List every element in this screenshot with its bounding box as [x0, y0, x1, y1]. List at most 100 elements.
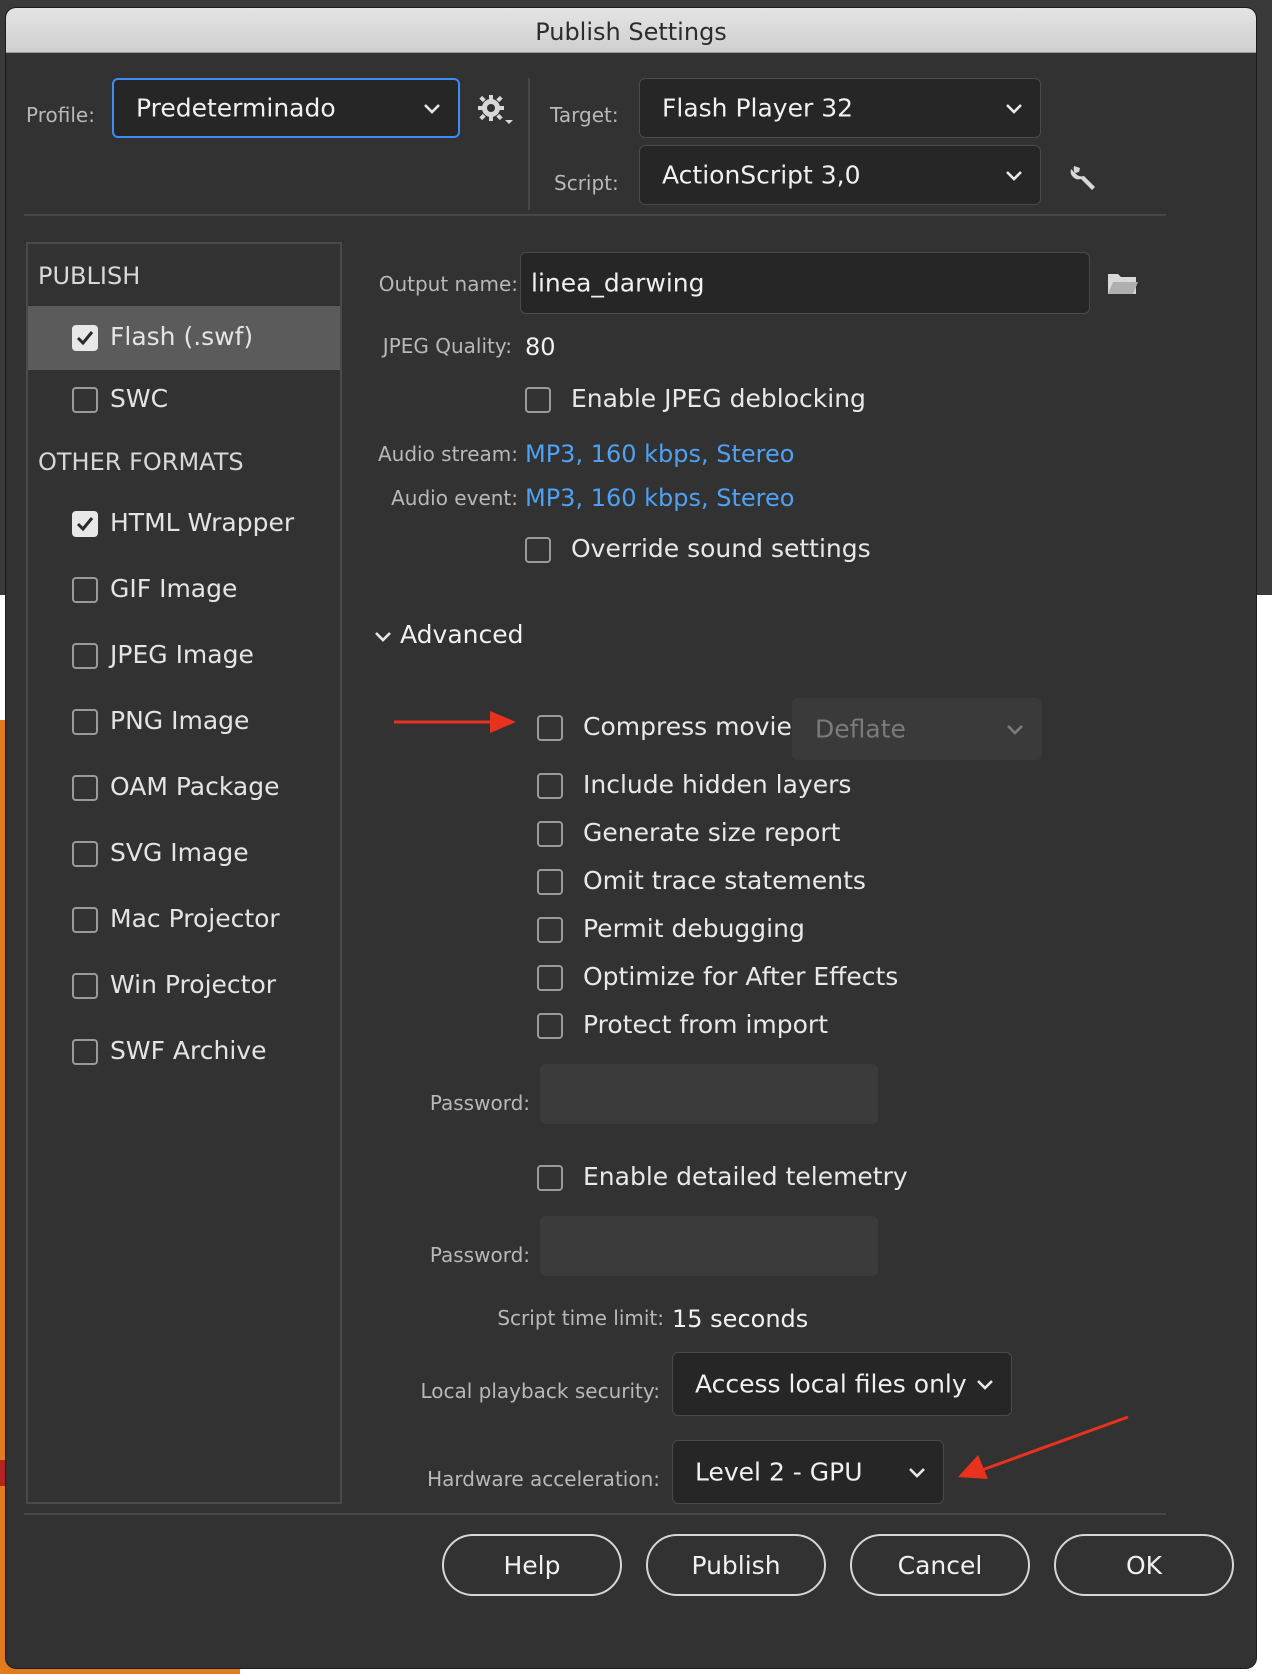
flash-swf-checkbox[interactable]	[72, 325, 98, 351]
hardware-acceleration-value: Level 2 - GPU	[695, 1457, 863, 1487]
generate-size-report-checkbox[interactable]	[537, 821, 563, 847]
jpeg-quality-value[interactable]: 80	[525, 333, 556, 361]
jpeg-quality-label: JPEG Quality:	[382, 334, 512, 358]
gif-image-checkbox[interactable]	[72, 577, 98, 603]
output-name-label: Output name:	[378, 272, 518, 296]
script-label: Script:	[554, 171, 619, 195]
telemetry-password-input[interactable]	[540, 1216, 878, 1276]
chevron-down-icon	[1006, 171, 1022, 181]
checkmark-icon	[76, 517, 94, 532]
oam-package-checkbox[interactable]	[72, 775, 98, 801]
optimize-after-effects-label: Optimize for After Effects	[583, 962, 899, 991]
password-input[interactable]	[540, 1064, 878, 1124]
other-formats-heading: OTHER FORMATS	[38, 448, 244, 476]
swf-archive-checkbox[interactable]	[72, 1039, 98, 1065]
cancel-button[interactable]: Cancel	[850, 1534, 1030, 1596]
header-separator	[24, 214, 1166, 216]
annotation-arrow-icon	[958, 1415, 1129, 1479]
png-image-checkbox[interactable]	[72, 709, 98, 735]
gear-icon[interactable]	[474, 92, 514, 128]
sidebar-item-swc[interactable]: SWC	[28, 368, 340, 432]
protect-import-checkbox[interactable]	[537, 1013, 563, 1039]
target-value: Flash Player 32	[662, 93, 854, 123]
sidebar-item-flash-swf[interactable]: Flash (.swf)	[28, 306, 340, 370]
password-label: Password:	[429, 1091, 530, 1115]
target-select[interactable]: Flash Player 32	[639, 78, 1041, 138]
jpeg-deblocking-label: Enable JPEG deblocking	[571, 384, 866, 413]
wrench-icon[interactable]	[1066, 160, 1100, 194]
override-sound-checkbox[interactable]	[525, 537, 551, 563]
sidebar-item-gif-image[interactable]: GIF Image	[28, 558, 340, 622]
chevron-down-icon	[375, 632, 391, 642]
sidebar-item-jpeg-image[interactable]: JPEG Image	[28, 624, 340, 688]
output-name-input[interactable]: linea_darwing	[520, 252, 1090, 314]
chevron-down-icon	[1007, 725, 1023, 735]
format-sidebar: PUBLISH Flash (.swf) SWC OTHER FORMATS H…	[26, 242, 342, 1504]
telemetry-label: Enable detailed telemetry	[583, 1162, 908, 1191]
omit-trace-label: Omit trace statements	[583, 866, 866, 895]
hardware-acceleration-select[interactable]: Level 2 - GPU	[672, 1440, 944, 1504]
jpeg-deblocking-checkbox[interactable]	[525, 387, 551, 413]
annotation-arrow-icon	[394, 711, 516, 733]
local-playback-security-select[interactable]: Access local files only	[672, 1352, 1012, 1416]
advanced-label: Advanced	[400, 620, 524, 649]
folder-icon[interactable]	[1106, 270, 1138, 296]
profile-label: Profile:	[26, 103, 95, 127]
include-hidden-layers-label: Include hidden layers	[583, 770, 852, 799]
html-wrapper-checkbox[interactable]	[72, 511, 98, 537]
compress-method-select[interactable]: Deflate	[792, 698, 1042, 760]
win-projector-checkbox[interactable]	[72, 973, 98, 999]
help-button[interactable]: Help	[442, 1534, 622, 1596]
local-playback-security-label: Local playback security:	[420, 1379, 660, 1403]
telemetry-checkbox[interactable]	[537, 1165, 563, 1191]
sidebar-item-oam-package[interactable]: OAM Package	[28, 756, 340, 820]
publish-button[interactable]: Publish	[646, 1534, 826, 1596]
target-label: Target:	[550, 103, 619, 127]
png-image-label: PNG Image	[110, 706, 250, 735]
script-select[interactable]: ActionScript 3,0	[639, 145, 1041, 205]
compress-movie-checkbox[interactable]	[537, 715, 563, 741]
checkmark-icon	[76, 331, 94, 346]
profile-select[interactable]: Predeterminado	[112, 78, 460, 138]
override-sound-label: Override sound settings	[571, 534, 871, 563]
footer-separator	[24, 1513, 1166, 1515]
script-time-limit-value[interactable]: 15 seconds	[672, 1305, 808, 1333]
jpeg-image-checkbox[interactable]	[72, 643, 98, 669]
jpeg-image-label: JPEG Image	[110, 640, 254, 669]
include-hidden-layers-checkbox[interactable]	[537, 773, 563, 799]
protect-import-label: Protect from import	[583, 1010, 829, 1039]
audio-stream-label: Audio stream:	[377, 442, 518, 466]
window-title: Publish Settings	[535, 18, 727, 46]
optimize-after-effects-checkbox[interactable]	[537, 965, 563, 991]
svg-image-label: SVG Image	[110, 838, 249, 867]
permit-debugging-label: Permit debugging	[583, 914, 805, 943]
sidebar-item-svg-image[interactable]: SVG Image	[28, 822, 340, 886]
publish-settings-dialog: Publish Settings Profile: Predeterminado…	[6, 8, 1256, 1668]
publish-heading: PUBLISH	[38, 262, 141, 290]
ok-button[interactable]: OK	[1054, 1534, 1234, 1596]
audio-event-link[interactable]: MP3, 160 kbps, Stereo	[525, 484, 794, 512]
generate-size-report-label: Generate size report	[583, 818, 841, 847]
sidebar-item-swf-archive[interactable]: SWF Archive	[28, 1020, 340, 1084]
title-bar[interactable]: Publish Settings	[6, 8, 1256, 53]
chevron-down-icon	[909, 1468, 925, 1478]
header-divider	[528, 78, 530, 210]
sidebar-item-html-wrapper[interactable]: HTML Wrapper	[28, 492, 340, 556]
omit-trace-checkbox[interactable]	[537, 869, 563, 895]
script-value: ActionScript 3,0	[662, 160, 861, 190]
sidebar-item-mac-projector[interactable]: Mac Projector	[28, 888, 340, 952]
hardware-acceleration-label: Hardware acceleration:	[427, 1467, 660, 1491]
sidebar-item-win-projector[interactable]: Win Projector	[28, 954, 340, 1018]
audio-stream-link[interactable]: MP3, 160 kbps, Stereo	[525, 440, 794, 468]
profile-value: Predeterminado	[136, 93, 336, 123]
chevron-down-icon	[977, 1380, 993, 1390]
compress-movie-label: Compress movie	[583, 712, 792, 741]
script-time-limit-label: Script time limit:	[497, 1306, 664, 1330]
sidebar-item-png-image[interactable]: PNG Image	[28, 690, 340, 754]
permit-debugging-checkbox[interactable]	[537, 917, 563, 943]
svg-image-checkbox[interactable]	[72, 841, 98, 867]
swf-archive-label: SWF Archive	[110, 1036, 267, 1065]
swc-checkbox[interactable]	[72, 387, 98, 413]
local-playback-security-value: Access local files only	[695, 1369, 967, 1399]
mac-projector-checkbox[interactable]	[72, 907, 98, 933]
